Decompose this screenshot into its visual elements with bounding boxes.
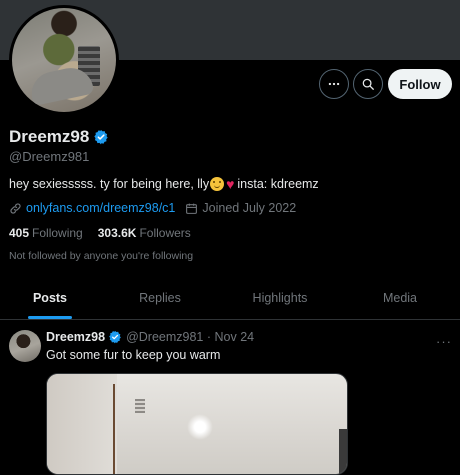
tab-replies-label: Replies bbox=[139, 291, 181, 305]
following-count: 405 bbox=[9, 226, 30, 240]
followers-label: Followers bbox=[139, 226, 191, 240]
bio-text: hey sexiesssss. ty for being here, lly bbox=[9, 177, 210, 191]
media-ceiling-light bbox=[187, 414, 213, 440]
profile-website-link[interactable]: onlyfans.com/dreemz98/c1 bbox=[26, 201, 175, 215]
profile-tabs: Posts Replies Highlights Media bbox=[0, 277, 460, 320]
display-name: Dreemz98 bbox=[9, 127, 90, 146]
following-label: Following bbox=[32, 226, 83, 240]
pleading-face-emoji-icon bbox=[210, 177, 225, 191]
follow-button[interactable]: Follow bbox=[388, 69, 452, 99]
following-stat[interactable]: 405 Following bbox=[9, 226, 83, 240]
profile-stats: 405 Following 303.6K Followers bbox=[9, 226, 206, 240]
tab-posts[interactable]: Posts bbox=[0, 277, 100, 319]
more-horizontal-icon bbox=[328, 82, 340, 86]
joined-date: Joined July 2022 bbox=[202, 201, 297, 215]
followers-stat[interactable]: 303.6K Followers bbox=[98, 226, 191, 240]
search-button[interactable] bbox=[353, 69, 383, 99]
not-followed-note: Not followed by anyone you're following bbox=[9, 250, 194, 262]
post-item[interactable]: Dreemz98 @Dreemz981 · Nov 24 ··· Got som… bbox=[0, 320, 460, 475]
post-author-name[interactable]: Dreemz98 bbox=[46, 330, 105, 344]
verified-badge-icon[interactable] bbox=[93, 129, 109, 145]
tab-replies[interactable]: Replies bbox=[100, 277, 220, 319]
tab-highlights[interactable]: Highlights bbox=[220, 277, 340, 319]
post-handle-time: @Dreemz981 · Nov 24 bbox=[126, 330, 255, 344]
search-icon bbox=[362, 78, 374, 90]
post-avatar[interactable] bbox=[9, 330, 41, 362]
post-more-icon[interactable]: ··· bbox=[436, 334, 452, 349]
calendar-icon bbox=[185, 202, 198, 215]
media-door-frame bbox=[113, 384, 115, 474]
tab-highlights-label: Highlights bbox=[252, 291, 308, 305]
media-vent bbox=[135, 399, 145, 413]
media-dark-object bbox=[339, 429, 347, 474]
profile-handle: @Dreemz981 bbox=[9, 149, 90, 164]
post-header: Dreemz98 @Dreemz981 · Nov 24 bbox=[46, 330, 254, 344]
verified-badge-icon bbox=[109, 330, 121, 344]
link-icon bbox=[9, 202, 22, 215]
red-heart-emoji-icon: ♥ bbox=[226, 176, 235, 192]
profile-meta: onlyfans.com/dreemz98/c1 Joined July 202… bbox=[9, 201, 296, 215]
active-tab-indicator bbox=[28, 316, 72, 319]
post-text: Got some fur to keep you warm bbox=[46, 348, 221, 362]
more-button[interactable] bbox=[319, 69, 349, 99]
tab-media-label: Media bbox=[382, 291, 418, 305]
profile-bio: hey sexiesssss. ty for being here, lly ♥… bbox=[9, 177, 319, 191]
tab-media[interactable]: Media bbox=[340, 277, 460, 319]
followers-count: 303.6K bbox=[97, 226, 137, 240]
bio-insta: insta: kdreemz bbox=[237, 177, 319, 191]
tab-posts-label: Posts bbox=[32, 291, 68, 305]
media-wall bbox=[47, 374, 117, 474]
profile-avatar[interactable] bbox=[9, 5, 119, 115]
profile-name-row: Dreemz98 bbox=[9, 127, 109, 147]
avatar-photo bbox=[12, 8, 116, 112]
